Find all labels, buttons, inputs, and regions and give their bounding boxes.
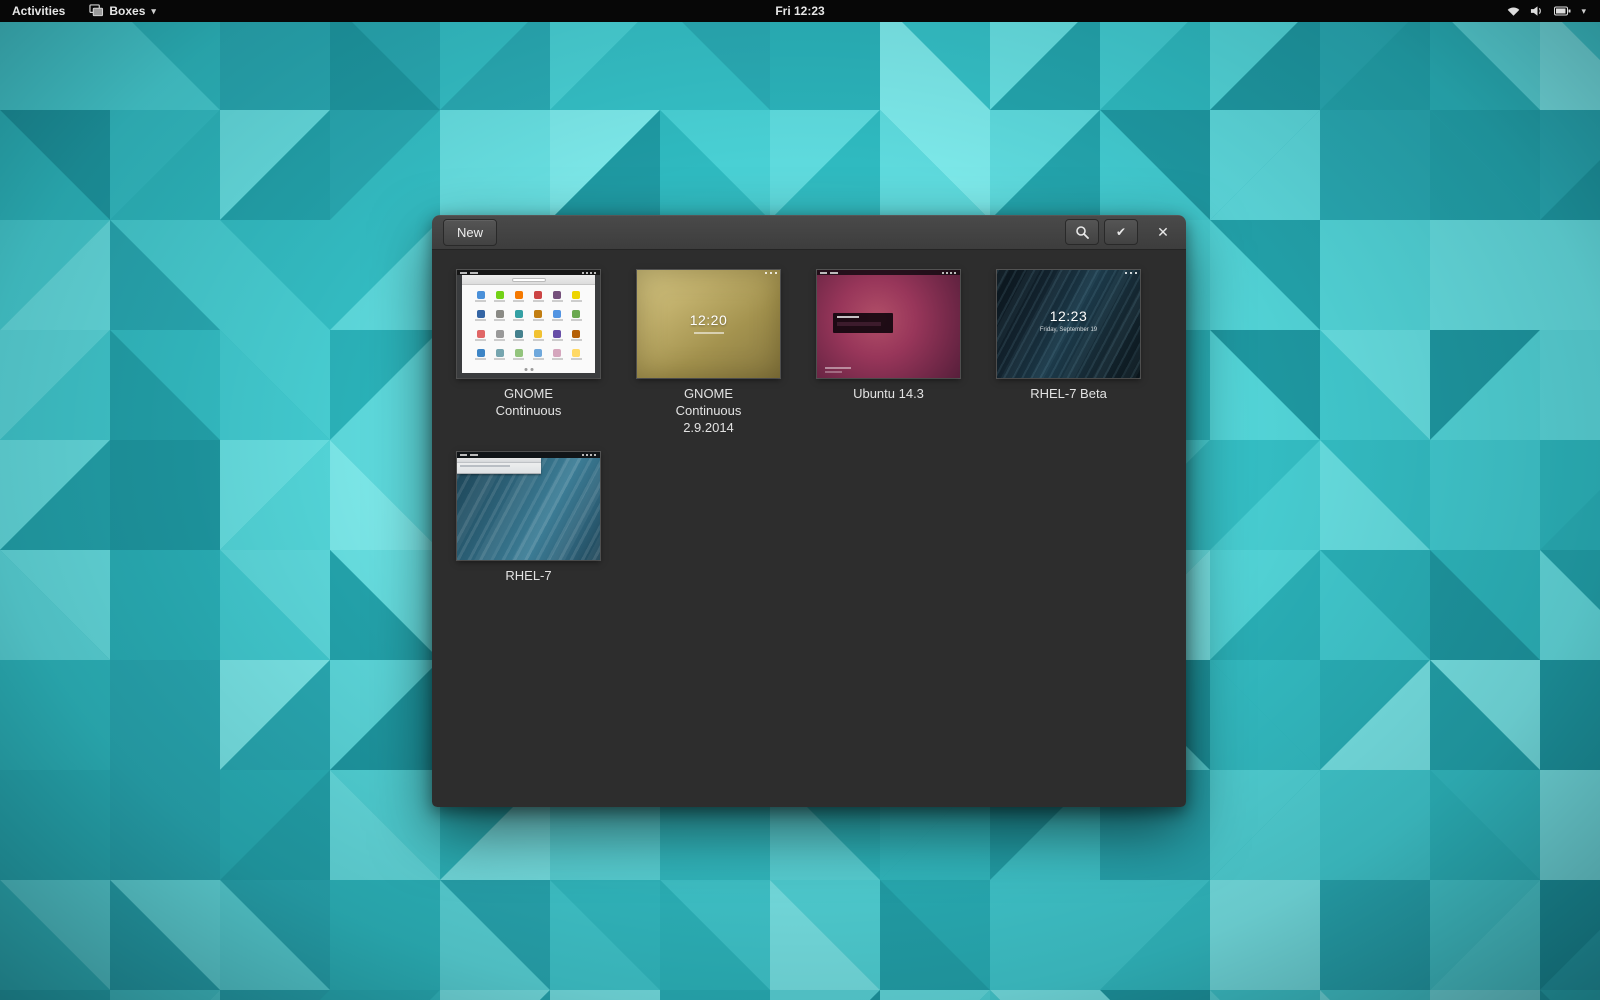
- app-menu-button[interactable]: Boxes ▾: [77, 0, 168, 22]
- close-icon: ✕: [1157, 223, 1169, 240]
- vm-thumbnail: [457, 452, 600, 560]
- thumb-app-window-header: [462, 275, 595, 285]
- thumb-footer-text: [825, 367, 851, 369]
- select-button[interactable]: ✔: [1104, 219, 1138, 245]
- new-button[interactable]: New: [443, 218, 498, 246]
- vm-item-ubuntu[interactable]: Ubuntu 14.3: [817, 270, 960, 436]
- app-icon-grid: [471, 291, 586, 363]
- vm-name-label: GNOME Continuous: [495, 386, 562, 418]
- vm-name-label: RHEL-7 Beta: [1030, 386, 1107, 401]
- thumb-topbar-text: [460, 271, 478, 274]
- top-bar: Activities Boxes ▾ Fri 12:23 ▾: [0, 0, 1600, 22]
- thumb-lock-date: [693, 332, 724, 334]
- thumb-topbar: [817, 270, 960, 275]
- network-icon: [1506, 5, 1521, 17]
- thumb-status-icons: [765, 272, 777, 274]
- thumb-status-icons: [582, 271, 598, 274]
- thumb-app-window: [462, 275, 595, 373]
- vm-item-rhel7-beta[interactable]: 12:23 Friday, September 19 RHEL-7 Beta: [997, 270, 1140, 436]
- vm-thumbnail: [457, 270, 600, 378]
- thumb-page-dots: [524, 368, 533, 371]
- vm-item-rhel7[interactable]: RHEL-7: [457, 452, 600, 618]
- thumb-installer-dialog: [833, 313, 893, 333]
- header-bar: New ✔ ✕: [432, 215, 1186, 250]
- thumb-status-icons: [1125, 272, 1137, 274]
- thumb-topbar-text: [460, 453, 478, 456]
- search-button[interactable]: [1065, 219, 1099, 245]
- thumb-dialog-title: [837, 316, 859, 318]
- thumb-open-window-titlebar: [457, 458, 541, 463]
- chevron-down-icon: ▾: [151, 5, 156, 16]
- thumb-search-box: [511, 277, 546, 282]
- thumb-dialog-input: [837, 322, 881, 326]
- volume-icon: [1530, 5, 1545, 17]
- thumb-lock-clock: 12:23: [1049, 308, 1088, 324]
- thumb-wallpaper-streaks: [997, 270, 1140, 378]
- vm-name-label: Ubuntu 14.3: [853, 386, 924, 401]
- thumb-open-window: [457, 458, 541, 474]
- vm-name-label: GNOME Continuous 2.9.2014: [675, 386, 742, 435]
- boxes-window: New ✔ ✕ GNOME Continuous 12:20 GNOME Con…: [432, 215, 1186, 807]
- activities-button[interactable]: Activities: [0, 0, 77, 22]
- thumb-lock-clock: 12:20: [689, 312, 728, 328]
- thumb-open-window-content: [460, 465, 511, 467]
- vm-item-gnome-continuous[interactable]: GNOME Continuous: [457, 270, 600, 436]
- vm-thumbnail: [817, 270, 960, 378]
- thumb-lock-date: Friday, September 19: [1039, 327, 1098, 333]
- thumb-status-icons: [942, 271, 958, 274]
- battery-icon: [1554, 6, 1571, 16]
- chevron-down-icon: ▾: [1581, 5, 1586, 16]
- boxes-app-icon: [89, 4, 104, 18]
- app-menu-label: Boxes: [109, 4, 146, 18]
- checkmark-icon: ✔: [1115, 225, 1127, 239]
- vm-name-label: RHEL-7: [505, 568, 552, 583]
- vm-thumbnail: 12:20: [637, 270, 780, 378]
- system-status-area[interactable]: ▾: [1496, 0, 1596, 22]
- thumb-footer-text: [825, 371, 842, 373]
- clock[interactable]: Fri 12:23: [775, 0, 824, 22]
- thumb-status-icons: [582, 453, 598, 456]
- thumb-topbar-text: [820, 271, 838, 274]
- search-icon: [1075, 225, 1089, 239]
- vm-grid: GNOME Continuous 12:20 GNOME Continuous …: [432, 250, 1186, 807]
- close-button[interactable]: ✕: [1150, 219, 1176, 245]
- vm-item-gnome-continuous-2[interactable]: 12:20 GNOME Continuous 2.9.2014: [637, 270, 780, 436]
- vm-thumbnail: 12:23 Friday, September 19: [997, 270, 1140, 378]
